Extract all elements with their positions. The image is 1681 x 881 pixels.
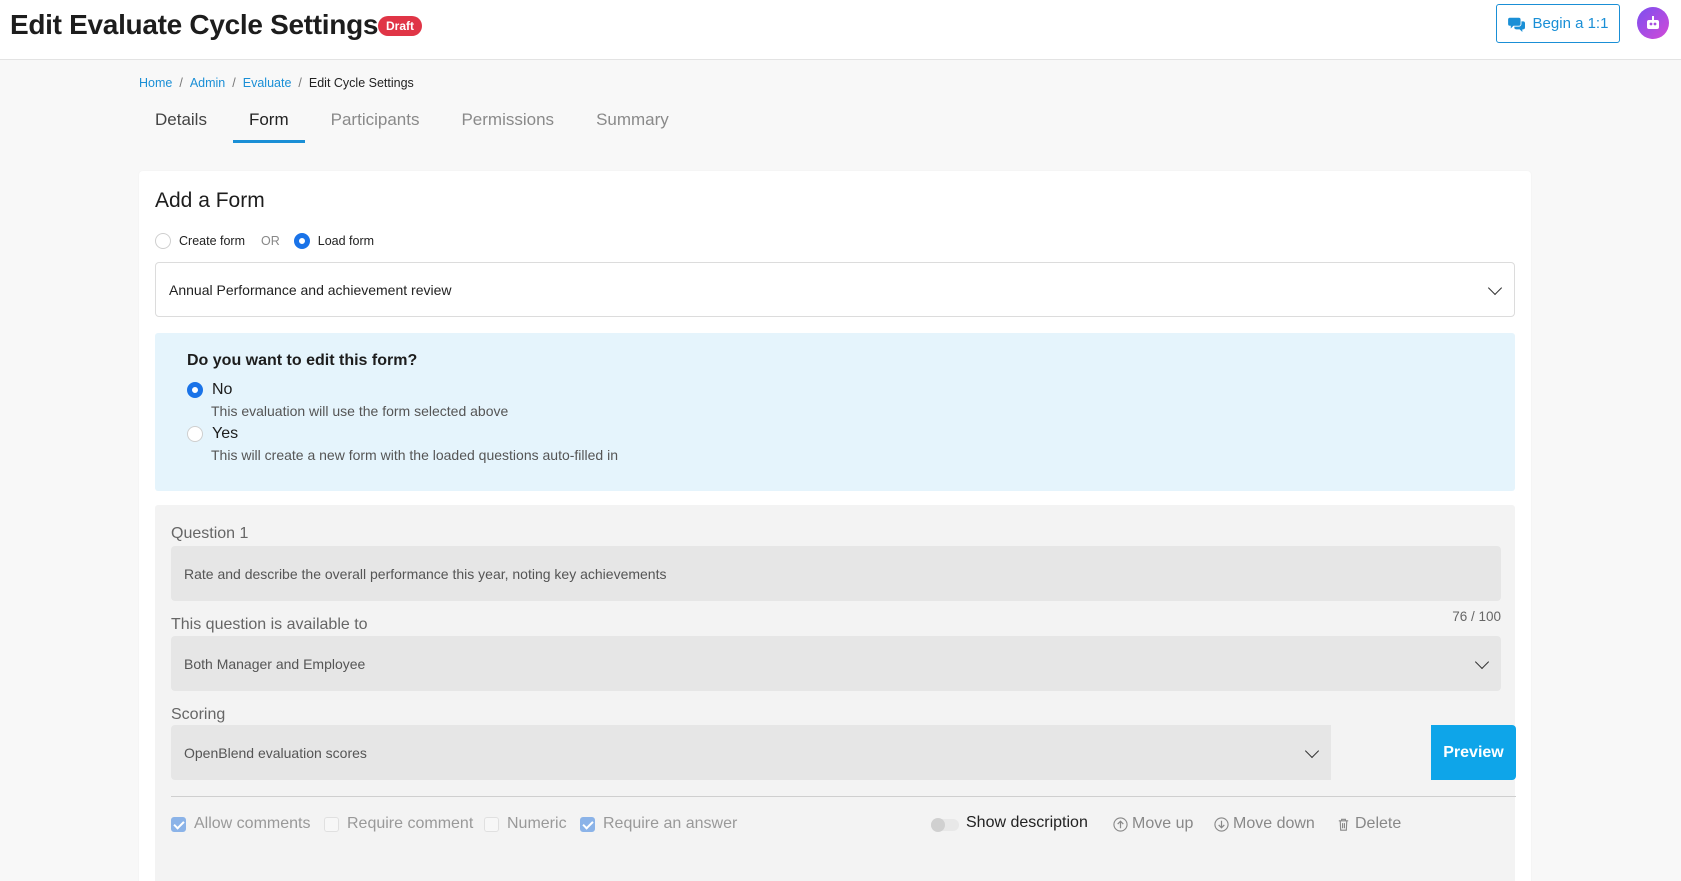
status-badge: Draft <box>378 16 423 36</box>
question-options-row: Allow comments Require comment Numeric R… <box>171 814 1516 838</box>
delete-button[interactable]: Delete <box>1336 815 1401 833</box>
arrow-down-circle-icon <box>1214 816 1229 832</box>
chevron-down-icon <box>1487 280 1503 295</box>
require-comment-label: Require comment <box>347 815 474 832</box>
preview-button[interactable]: Preview <box>1431 725 1516 780</box>
require-answer-label: Require an answer <box>603 815 738 832</box>
require-answer-checkbox[interactable] <box>580 817 595 832</box>
divider <box>171 796 1516 797</box>
chat-bubbles-icon <box>1507 17 1525 32</box>
top-bar: Edit Evaluate Cycle Settings Draft Begin… <box>0 0 1681 60</box>
breadcrumb-admin[interactable]: Admin <box>190 76 225 90</box>
form-select[interactable]: Annual Performance and achievement revie… <box>155 262 1515 317</box>
breadcrumb-separator: / <box>232 76 236 90</box>
load-form-radio[interactable] <box>293 233 310 249</box>
availability-value: Both Manager and Employee <box>184 655 366 672</box>
begin-button-label: Begin a 1:1 <box>1532 15 1609 32</box>
form-select-value: Annual Performance and achievement revie… <box>169 281 452 298</box>
form-card: Add a Form Create form OR Load form Annu… <box>139 171 1531 881</box>
tab-permissions[interactable]: Permissions <box>445 106 570 140</box>
scoring-label: Scoring <box>171 706 226 723</box>
load-form-label: Load form <box>317 234 375 248</box>
edit-form-question: Do you want to edit this form? <box>187 352 418 369</box>
allow-comments-checkbox[interactable] <box>171 817 186 832</box>
form-source-options: Create form OR Load form <box>155 233 374 249</box>
numeric-checkbox[interactable] <box>484 817 499 832</box>
edit-yes-label: Yes <box>212 425 239 442</box>
edit-no-description: This evaluation will use the form select… <box>211 403 509 419</box>
edit-yes-radio[interactable] <box>187 426 203 442</box>
avatar-glyph-icon <box>1647 16 1659 29</box>
tab-summary[interactable]: Summary <box>580 106 685 140</box>
move-up-label: Move up <box>1132 815 1194 832</box>
scoring-select[interactable]: OpenBlend evaluation scores <box>171 725 1331 780</box>
allow-comments-label: Allow comments <box>194 815 311 832</box>
edit-option-no: No <box>187 381 232 399</box>
move-up-button[interactable]: Move up <box>1113 815 1193 833</box>
tab-details[interactable]: Details <box>139 106 223 140</box>
edit-no-radio[interactable] <box>187 382 203 398</box>
breadcrumb-evaluate[interactable]: Evaluate <box>243 76 292 90</box>
move-down-button[interactable]: Move down <box>1214 815 1315 833</box>
edit-form-prompt: Do you want to edit this form? No This e… <box>155 333 1515 491</box>
begin-one-on-one-button[interactable]: Begin a 1:1 <box>1496 4 1620 43</box>
trash-icon <box>1338 818 1349 831</box>
require-comment-checkbox[interactable] <box>324 817 339 832</box>
numeric-label: Numeric <box>507 815 567 832</box>
chevron-down-icon <box>1474 654 1490 669</box>
show-description-toggle[interactable] <box>931 818 959 832</box>
edit-yes-description: This will create a new form with the loa… <box>211 447 618 463</box>
question-label: Question 1 <box>171 525 249 542</box>
edit-no-label: No <box>212 381 233 398</box>
availability-label: This question is available to <box>171 616 368 633</box>
tab-bar: Details Form Participants Permissions Su… <box>139 106 685 143</box>
create-form-label: Create form <box>179 234 245 248</box>
page-title: Edit Evaluate Cycle Settings <box>10 9 379 40</box>
arrow-up-circle-icon <box>1113 816 1128 832</box>
delete-label: Delete <box>1355 815 1402 832</box>
question-text-input[interactable]: Rate and describe the overall performanc… <box>171 546 1501 601</box>
scoring-value: OpenBlend evaluation scores <box>184 744 367 761</box>
breadcrumb-separator: / <box>298 76 302 90</box>
move-down-label: Move down <box>1233 815 1315 832</box>
question-card: Question 1 Rate and describe the overall… <box>155 505 1516 881</box>
breadcrumb-separator: / <box>179 76 183 90</box>
tab-participants[interactable]: Participants <box>315 106 436 140</box>
show-description-label: Show description <box>966 814 1088 831</box>
breadcrumb-home[interactable]: Home <box>139 76 172 90</box>
create-form-radio[interactable] <box>155 233 171 249</box>
or-separator: OR <box>261 234 280 248</box>
breadcrumb: Home / Admin / Evaluate / Edit Cycle Set… <box>139 76 414 90</box>
chevron-down-icon <box>1304 743 1320 758</box>
tab-form[interactable]: Form <box>232 106 305 143</box>
question-text-value: Rate and describe the overall performanc… <box>184 565 667 582</box>
card-title: Add a Form <box>155 189 265 212</box>
breadcrumb-current: Edit Cycle Settings <box>308 76 414 90</box>
edit-option-yes: Yes <box>187 425 238 443</box>
character-count: 76 / 100 <box>1452 609 1501 624</box>
availability-select[interactable]: Both Manager and Employee <box>171 636 1501 691</box>
avatar-icon[interactable] <box>1637 7 1669 39</box>
